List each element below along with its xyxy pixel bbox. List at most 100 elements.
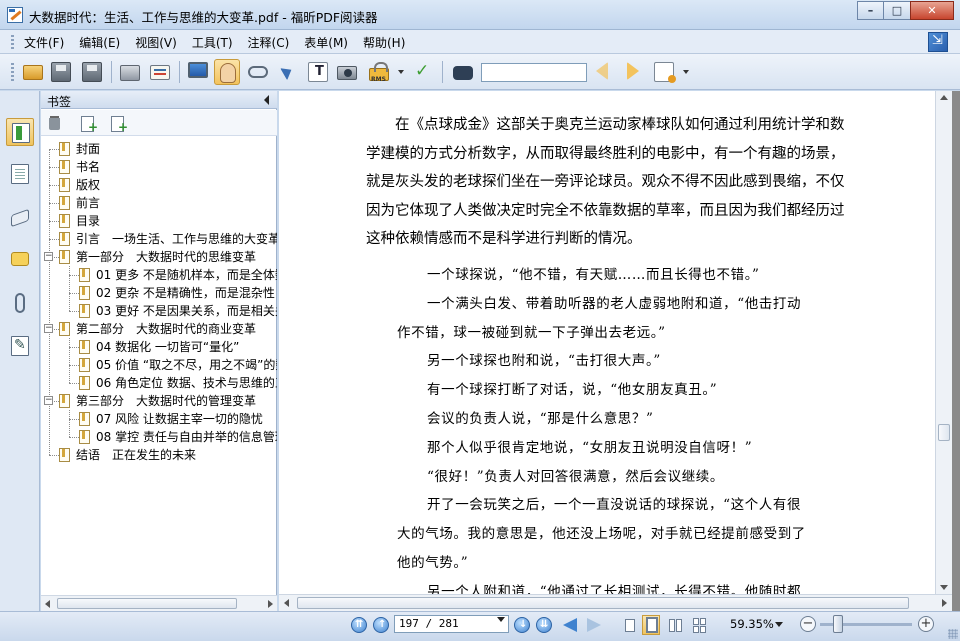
resize-grip[interactable]: [948, 629, 958, 639]
bookmark-label: 03 更好 不是因果关系，而是相关关系: [96, 304, 277, 318]
menu-bar: 文件(F) 编辑(E) 视图(V) 工具(T) 注释(C) 表单(M) 帮助(H): [0, 30, 960, 54]
toolbar-grip[interactable]: [11, 63, 14, 81]
single-page-view-button[interactable]: [620, 615, 638, 635]
advanced-search-button[interactable]: [651, 59, 677, 85]
bookmark-page-icon: [59, 322, 70, 336]
maximize-button[interactable]: □: [884, 1, 910, 20]
menu-grip[interactable]: [11, 35, 14, 49]
scroll-left-icon[interactable]: [284, 599, 289, 607]
scrollbar-thumb[interactable]: [57, 598, 237, 609]
scroll-up-icon[interactable]: [940, 95, 948, 100]
tree-guide-line: [69, 311, 79, 312]
first-page-button[interactable]: [351, 617, 367, 633]
layers-tab[interactable]: [6, 204, 34, 232]
zoom-in-button[interactable]: +: [918, 616, 934, 632]
delete-bookmark-icon[interactable]: [46, 114, 64, 132]
menu-item-0[interactable]: 文件(F): [24, 34, 73, 51]
continuous-view-button[interactable]: [642, 615, 660, 635]
scroll-left-icon[interactable]: [45, 600, 50, 608]
page-number-field[interactable]: 197 / 281: [394, 615, 509, 633]
last-page-button[interactable]: [536, 617, 552, 633]
zoom-out-button[interactable]: −: [800, 616, 816, 632]
menu-item-1[interactable]: 编辑(E): [79, 34, 129, 51]
add-bookmark-icon[interactable]: [79, 114, 98, 134]
rms-dropdown-icon[interactable]: [398, 70, 404, 74]
bookmark-label: 05 价值 “取之不尽，用之不竭”的数据创新: [96, 358, 277, 372]
collapse-toggle-icon[interactable]: −: [44, 252, 53, 261]
menu-item-4[interactable]: 注释(C): [248, 34, 299, 51]
scrollbar-thumb[interactable]: [297, 597, 909, 609]
minimize-button[interactable]: –: [857, 1, 884, 20]
find-prev-button[interactable]: [591, 59, 617, 85]
rms-button[interactable]: RMS: [366, 59, 392, 85]
pages-tab[interactable]: [6, 160, 34, 188]
attachments-tab[interactable]: [6, 289, 34, 317]
bookmark-page-icon: [79, 268, 90, 282]
email-icon: [150, 65, 170, 80]
collapse-panel-icon[interactable]: [264, 95, 269, 105]
collapse-toggle-icon[interactable]: −: [44, 324, 53, 333]
print-button[interactable]: [117, 59, 143, 85]
signatures-tab[interactable]: [6, 332, 34, 360]
scroll-down-icon[interactable]: [940, 585, 948, 590]
open-button[interactable]: [20, 59, 46, 85]
bookmark-label: 前言: [76, 196, 101, 210]
menu-item-2[interactable]: 视图(V): [135, 34, 186, 51]
go-forward-icon[interactable]: [587, 618, 601, 632]
snapshot-button[interactable]: [334, 59, 360, 85]
bookmarks-tab[interactable]: [6, 118, 34, 146]
document-horizontal-scrollbar[interactable]: [279, 594, 952, 611]
scroll-right-icon[interactable]: [942, 599, 947, 607]
scrollbar-thumb[interactable]: [938, 424, 950, 441]
save-as-button[interactable]: [79, 59, 105, 85]
bookmark-label: 01 更多 不是随机样本，而是全体数据: [96, 268, 277, 282]
menu-item-6[interactable]: 帮助(H): [363, 34, 414, 51]
facing-view-button[interactable]: [666, 615, 684, 635]
sign-button[interactable]: [408, 59, 434, 85]
zoom-slider-thumb[interactable]: [833, 615, 844, 633]
next-page-button[interactable]: [514, 617, 530, 633]
add-child-bookmark-icon[interactable]: [109, 114, 128, 134]
bookmark-label: 引言 一场生活、工作与思维的大变革: [76, 232, 277, 246]
email-button[interactable]: [147, 59, 173, 85]
comments-tab[interactable]: [6, 246, 34, 274]
text-select-button[interactable]: [305, 59, 331, 85]
bookmark-page-icon: [59, 160, 70, 174]
bookmark-horizontal-scrollbar[interactable]: [41, 595, 277, 611]
zoom-dropdown-icon[interactable]: [775, 622, 783, 627]
window-controls: – □ ✕: [857, 1, 954, 21]
previous-page-button[interactable]: [373, 617, 389, 633]
fullscreen-button[interactable]: [185, 59, 211, 85]
scroll-right-icon[interactable]: [268, 600, 273, 608]
menu-items: 文件(F) 编辑(E) 视图(V) 工具(T) 注释(C) 表单(M) 帮助(H): [24, 34, 420, 51]
find-next-button[interactable]: [620, 59, 646, 85]
select-tool-button[interactable]: [274, 59, 300, 85]
bookmark-label: 第二部分 大数据时代的商业变革: [76, 322, 257, 336]
single-page-icon: [625, 619, 635, 632]
bookmark-page-icon: [79, 412, 90, 426]
continuous-facing-view-button[interactable]: [690, 615, 708, 635]
close-button[interactable]: ✕: [910, 1, 954, 20]
continuous-facing-icon: [693, 618, 699, 625]
toolbar-separator: [442, 61, 443, 83]
search-input[interactable]: [481, 63, 587, 82]
tree-guide-line: [49, 149, 59, 150]
save-button[interactable]: [48, 59, 74, 85]
tree-guide-line: [69, 338, 70, 383]
hand-tool-button[interactable]: [214, 59, 240, 85]
zoom-level[interactable]: 59.35%: [730, 617, 774, 631]
menu-item-5[interactable]: 表单(M): [304, 34, 357, 51]
app-logo-icon: [7, 7, 23, 23]
page-dropdown-icon[interactable]: [497, 617, 505, 622]
go-back-icon[interactable]: [563, 618, 577, 632]
document-vertical-scrollbar[interactable]: [935, 91, 952, 594]
loupe-button[interactable]: [245, 59, 271, 85]
bookmark-label: 第一部分 大数据时代的思维变革: [76, 250, 257, 264]
menu-item-3[interactable]: 工具(T): [192, 34, 242, 51]
pdf-page[interactable]: 在《点球成金》这部关于奥克兰运动家棒球队如何通过利用统计学和数 学建模的方式分析数…: [279, 91, 935, 594]
find-button[interactable]: [450, 59, 476, 85]
search-dropdown-icon[interactable]: [683, 70, 689, 74]
collapse-toggle-icon[interactable]: −: [44, 396, 53, 405]
print-icon: [120, 65, 140, 81]
restore-layout-icon[interactable]: [928, 32, 948, 52]
